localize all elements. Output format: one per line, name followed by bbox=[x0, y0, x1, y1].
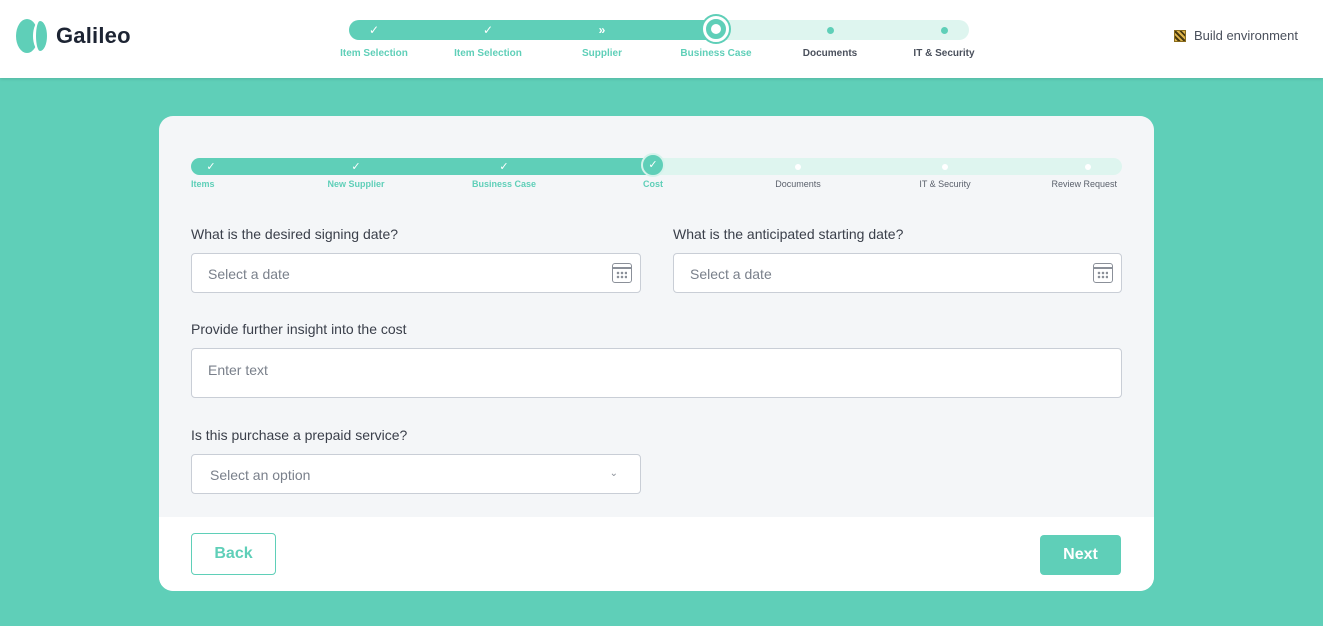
form-step-it-security[interactable]: IT & Security bbox=[885, 158, 1005, 189]
form-footer: Back Next bbox=[159, 517, 1154, 591]
starting-date-input[interactable]: Select a date bbox=[673, 253, 1122, 293]
form-step-review-request[interactable]: Review Request bbox=[1051, 158, 1117, 189]
top-step-documents[interactable]: Documents bbox=[773, 20, 887, 59]
check-icon: ✓ bbox=[499, 161, 509, 173]
top-step-label: Supplier bbox=[581, 48, 622, 59]
form-step-label: Cost bbox=[643, 179, 663, 189]
top-step-label: Item Selection bbox=[454, 48, 522, 59]
next-button[interactable]: Next bbox=[1040, 535, 1121, 575]
signing-date-label: What is the desired signing date? bbox=[191, 226, 399, 242]
top-step-label: Business Case bbox=[680, 48, 752, 59]
form-step-label: IT & Security bbox=[919, 179, 971, 189]
hazard-stripes-icon bbox=[1173, 29, 1186, 42]
prepaid-select[interactable]: Select an option ⌄ bbox=[191, 454, 641, 494]
signing-date-placeholder: Select a date bbox=[208, 266, 290, 282]
galileo-logo[interactable]: Galileo bbox=[16, 19, 131, 53]
current-step-icon bbox=[703, 15, 729, 42]
back-button[interactable]: Back bbox=[191, 533, 276, 575]
check-icon: ✓ bbox=[368, 23, 380, 37]
prepaid-placeholder: Select an option bbox=[210, 467, 311, 483]
environment-indicator: Build environment bbox=[1173, 28, 1298, 43]
dot-icon bbox=[826, 26, 834, 34]
check-icon: ✓ bbox=[641, 152, 665, 177]
form-progress-fill bbox=[191, 158, 653, 175]
form-step-label: Documents bbox=[775, 179, 821, 189]
chevron-down-icon: ⌄ bbox=[609, 468, 618, 479]
top-step-item-selection-2[interactable]: ✓ Item Selection bbox=[431, 20, 545, 59]
form-step-business-case[interactable]: ✓ Business Case bbox=[444, 158, 564, 189]
prepaid-label: Is this purchase a prepaid service? bbox=[191, 427, 408, 443]
top-step-supplier[interactable]: » Supplier bbox=[545, 20, 659, 59]
form-step-label: New Supplier bbox=[327, 179, 385, 189]
galileo-logo-icon bbox=[16, 19, 50, 53]
form-step-items[interactable]: ✓ Items bbox=[191, 158, 231, 189]
environment-label: Build environment bbox=[1193, 28, 1298, 43]
form-card: ✓ Items ✓ New Supplier ✓ Business Case ✓… bbox=[159, 116, 1154, 591]
dot-icon bbox=[940, 26, 948, 34]
form-step-label: Business Case bbox=[471, 179, 537, 189]
double-chevron-right-icon: » bbox=[598, 23, 606, 37]
dot-icon bbox=[795, 163, 801, 170]
cost-insight-label: Provide further insight into the cost bbox=[191, 321, 407, 337]
form-step-documents[interactable]: Documents bbox=[738, 158, 858, 189]
calendar-icon[interactable] bbox=[1093, 263, 1113, 283]
form-step-label: Review Request bbox=[1051, 179, 1117, 189]
top-step-label: Item Selection bbox=[340, 48, 408, 59]
form-step-label: Items bbox=[191, 179, 215, 189]
cost-insight-placeholder: Enter text bbox=[208, 362, 268, 378]
form-step-new-supplier[interactable]: ✓ New Supplier bbox=[296, 158, 416, 189]
top-step-business-case[interactable]: Business Case bbox=[659, 15, 773, 59]
calendar-icon[interactable] bbox=[612, 263, 632, 283]
check-icon: ✓ bbox=[482, 23, 494, 37]
top-step-label: IT & Security bbox=[913, 48, 975, 59]
check-icon: ✓ bbox=[206, 161, 216, 173]
dot-icon bbox=[1085, 163, 1091, 170]
form-step-cost[interactable]: ✓ Cost bbox=[593, 152, 713, 189]
top-step-item-selection-1[interactable]: ✓ Item Selection bbox=[317, 20, 431, 59]
top-header: Galileo ✓ Item Selection ✓ Item Selectio… bbox=[0, 0, 1323, 78]
top-step-label: Documents bbox=[802, 48, 858, 59]
check-icon: ✓ bbox=[351, 161, 361, 173]
starting-date-placeholder: Select a date bbox=[690, 266, 772, 282]
top-step-it-security[interactable]: IT & Security bbox=[887, 20, 1001, 59]
cost-insight-textarea[interactable]: Enter text bbox=[191, 348, 1122, 398]
dot-icon bbox=[942, 163, 948, 170]
signing-date-input[interactable]: Select a date bbox=[191, 253, 641, 293]
starting-date-label: What is the anticipated starting date? bbox=[673, 226, 904, 242]
app-name: Galileo bbox=[56, 23, 131, 48]
